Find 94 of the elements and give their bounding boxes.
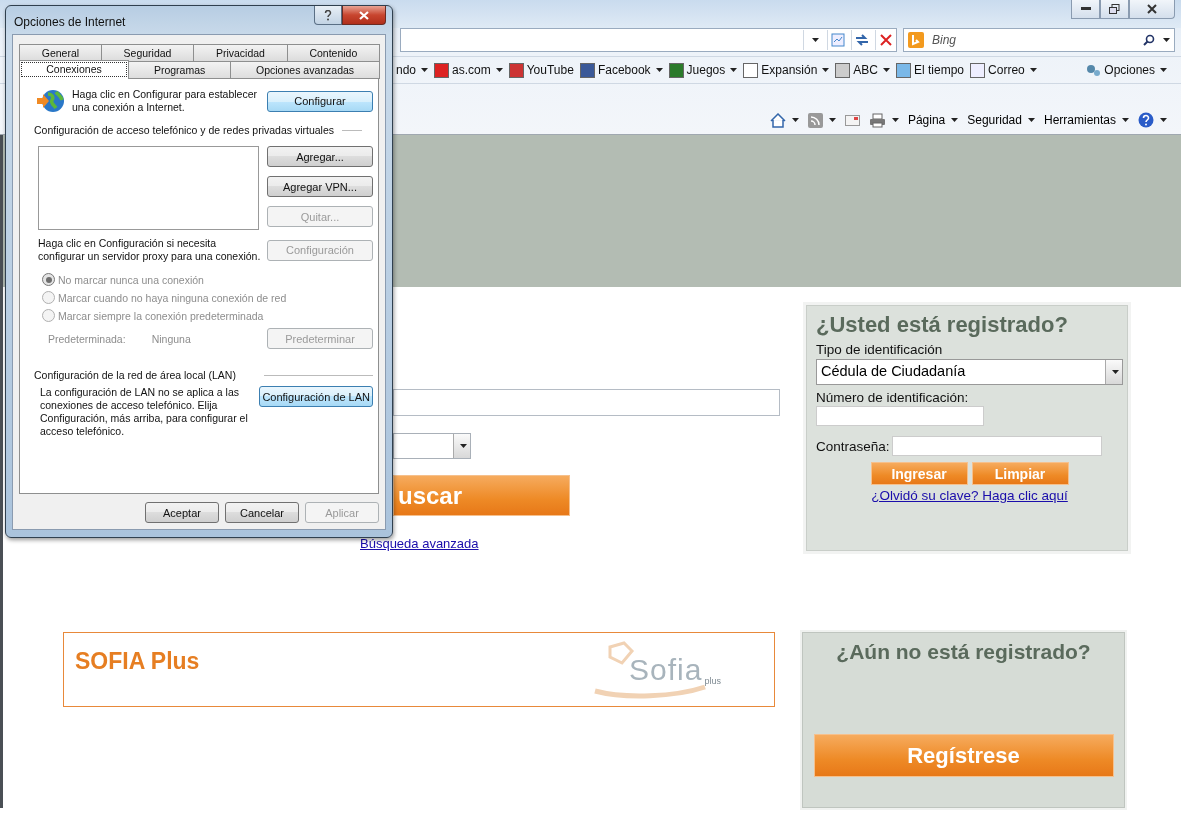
dialog-button[interactable]: Configurar <box>267 90 373 112</box>
favorite-link[interactable]: ABC <box>835 62 890 78</box>
id-number-input[interactable] <box>816 406 984 426</box>
restore-button[interactable] <box>1100 0 1129 19</box>
caret-icon <box>828 118 836 122</box>
print-button[interactable] <box>868 112 899 128</box>
mail-button[interactable] <box>844 114 860 126</box>
caret-icon <box>791 118 799 122</box>
intro-text: Haga clic en Configurar para establecer una conexión a Internet. <box>72 88 259 114</box>
favicon-icon <box>434 62 450 78</box>
default-label: Predeterminada: <box>48 332 126 345</box>
caret-icon <box>1160 68 1167 72</box>
minimize-button[interactable] <box>1071 0 1100 19</box>
caret-icon <box>811 38 819 42</box>
section-heading: Configuración de la red de área local (LAN) <box>34 369 236 381</box>
feeds-button[interactable] <box>807 112 836 128</box>
tab[interactable]: Programas <box>128 61 232 79</box>
search-box[interactable]: Bing <box>903 28 1175 52</box>
field-label: Número de identificación: <box>816 390 970 405</box>
help-button[interactable] <box>314 6 342 25</box>
favorite-link[interactable]: Expansión <box>743 62 830 78</box>
lan-text: La configuración de LAN no se aplica a las conexiones de acceso telefónico. Elija Configuración, más arriba, para configurar el acceso telefónico. <box>40 386 249 438</box>
caret-icon <box>1027 118 1035 122</box>
favorite-link[interactable]: Facebook <box>579 62 663 78</box>
home-button[interactable] <box>769 112 799 128</box>
command-menu[interactable]: Herramientas <box>1043 113 1129 127</box>
bing-logo-icon <box>908 32 924 48</box>
forgot-password-link[interactable]: ¿Olvidó su clave? Haga clic aquí <box>871 488 1068 503</box>
favorite-link[interactable]: YouTube <box>508 62 574 78</box>
help-button[interactable] <box>1138 112 1167 128</box>
connections-list[interactable] <box>38 146 259 230</box>
question-mark-icon <box>324 9 332 21</box>
favicon-icon <box>508 62 524 78</box>
favicon-icon <box>896 62 911 78</box>
caret-icon <box>883 68 890 72</box>
field-label: Tipo de identificación <box>816 342 944 357</box>
caret-icon <box>1111 370 1119 374</box>
dialog-button[interactable]: Configuración de LAN <box>259 386 373 407</box>
login-title: ¿Usted está registrado? <box>816 312 1069 338</box>
caret-icon <box>655 68 663 72</box>
close-button[interactable] <box>1129 0 1175 19</box>
tab[interactable]: Contenido <box>286 44 380 61</box>
close-icon <box>1147 4 1157 14</box>
command-menu[interactable]: Página <box>907 113 959 127</box>
advanced-search-link[interactable]: Búsqueda avanzada <box>360 536 479 551</box>
caret-icon <box>951 118 959 122</box>
caret-icon <box>822 68 830 72</box>
register-title: ¿Aún no está registrado? <box>836 640 1091 664</box>
tab[interactable]: Seguridad <box>100 44 195 61</box>
command-menu[interactable]: Seguridad <box>967 113 1035 127</box>
favorite-link[interactable]: Correo <box>970 62 1037 78</box>
tab[interactable]: Privacidad <box>193 44 288 61</box>
proxy-text: Haga clic en Configuración si necesita configurar un servidor proxy para una conexión. <box>38 237 261 263</box>
close-button[interactable] <box>342 6 386 25</box>
globe-icon <box>36 88 66 114</box>
dialog-button[interactable]: Agregar... <box>267 146 373 167</box>
search-field[interactable] <box>393 389 780 416</box>
minimize-icon <box>1080 7 1091 11</box>
default-value: Ninguna <box>151 332 191 345</box>
favicon-icon <box>579 62 595 78</box>
field-label: Contraseña: <box>816 438 890 454</box>
caret-icon <box>730 68 738 72</box>
caret-icon <box>421 68 429 72</box>
tab[interactable]: Opciones avanzadas <box>230 61 380 79</box>
caret-icon <box>1163 38 1170 42</box>
dialog-button[interactable]: Agregar VPN... <box>267 176 373 197</box>
panel-title: SOFIA Plus <box>74 647 201 676</box>
favicon-icon <box>835 62 851 78</box>
favorite-link[interactable]: El tiempo <box>896 62 965 78</box>
favicon-icon <box>970 62 986 78</box>
search-input[interactable]: Bing <box>930 32 1137 48</box>
restore-icon <box>1109 4 1120 14</box>
favorite-link[interactable]: ndo <box>396 63 429 77</box>
caret-icon <box>495 68 503 72</box>
password-input[interactable] <box>891 436 1102 456</box>
favicon-icon <box>743 62 759 78</box>
tab[interactable]: Conexiones <box>19 60 129 79</box>
options-menu[interactable]: Opciones <box>1085 63 1167 77</box>
search-icon[interactable] <box>1143 34 1155 46</box>
favorite-link[interactable]: as.com <box>434 62 503 78</box>
dialog-button[interactable]: Cancelar <box>225 502 299 523</box>
section-heading: Configuración de acceso telefónico y de redes privadas virtuales <box>34 124 334 136</box>
id-type-select[interactable]: Cédula de Ciudadanía <box>816 359 1123 385</box>
favorite-link[interactable]: Juegos <box>668 62 738 78</box>
caret-icon <box>891 118 899 122</box>
dialog-button[interactable]: Aceptar <box>145 502 219 523</box>
caret-icon <box>1029 68 1037 72</box>
caret-icon <box>1160 118 1167 122</box>
caret-icon <box>1122 118 1129 122</box>
dialog-title: Opciones de Internet <box>14 15 126 29</box>
category-select[interactable] <box>393 433 471 459</box>
close-icon <box>359 10 369 20</box>
caret-icon <box>459 444 467 448</box>
favicon-icon <box>668 62 684 78</box>
